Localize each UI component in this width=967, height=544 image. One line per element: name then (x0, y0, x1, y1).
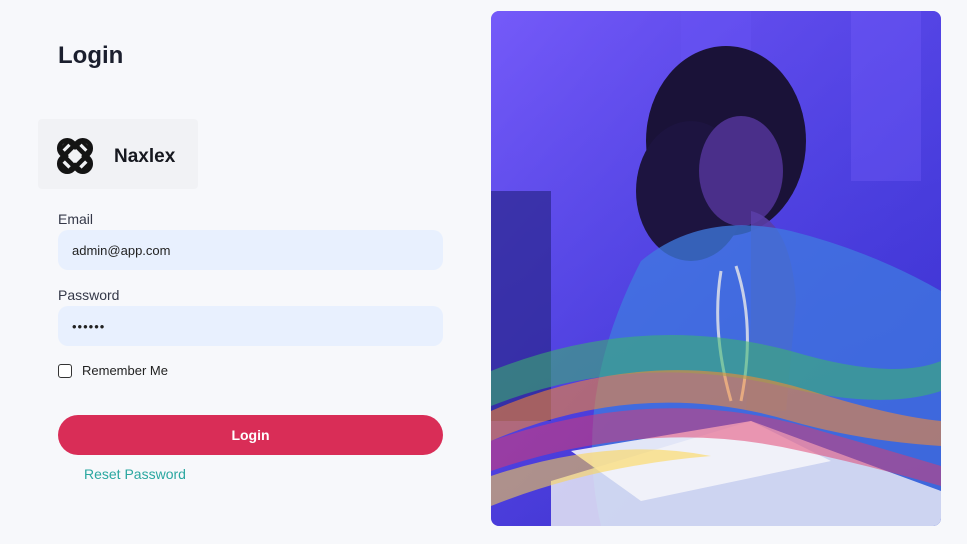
password-field[interactable] (58, 306, 443, 346)
hero-image (491, 11, 941, 526)
brand-name: Naxlex (114, 146, 176, 167)
remember-me-checkbox[interactable] (58, 363, 72, 378)
login-button[interactable]: Login (58, 415, 443, 455)
student-nurse-studying-photo (491, 11, 941, 526)
email-field[interactable] (58, 230, 443, 270)
remember-me-label[interactable]: Remember Me (82, 363, 168, 378)
brand-card: Naxlex (38, 119, 198, 189)
remember-me-row[interactable]: Remember Me (58, 363, 168, 378)
email-label: Email (58, 211, 94, 227)
interlocking-cross-icon (56, 137, 94, 175)
reset-password-link[interactable]: Reset Password (84, 466, 186, 482)
password-label: Password (58, 287, 120, 303)
page-title: Login (58, 42, 124, 69)
